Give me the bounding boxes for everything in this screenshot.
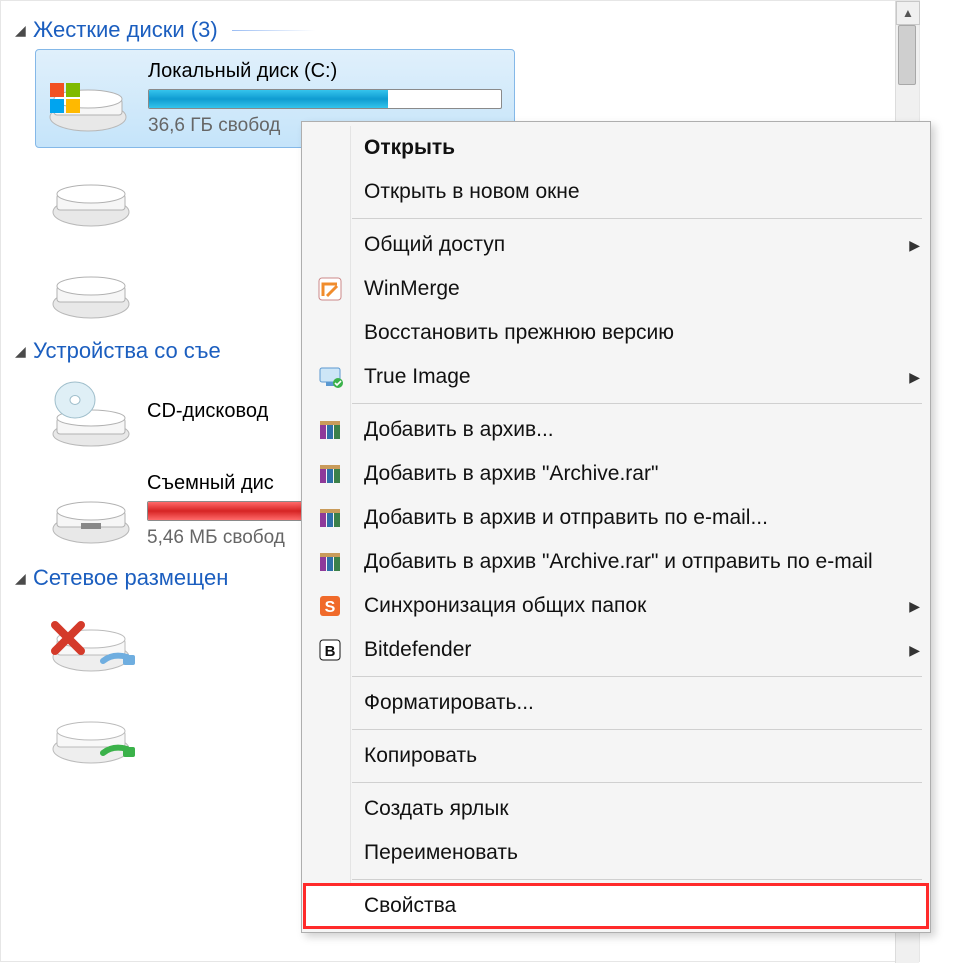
sync-folder-icon: S — [308, 593, 352, 619]
menu-item-copy[interactable]: Копировать — [304, 734, 928, 778]
menu-item-label: Восстановить прежнюю версию — [352, 321, 920, 345]
menu-item-label: Открыть в новом окне — [352, 180, 920, 204]
menu-item-open-new-window[interactable]: Открыть в новом окне — [304, 170, 928, 214]
menu-item-archive-add[interactable]: Добавить в архив... — [304, 408, 928, 452]
group-label: Сетевое размещен — [33, 565, 228, 591]
scrollbar-thumb[interactable] — [898, 25, 916, 85]
svg-text:S: S — [325, 599, 336, 616]
network-drive-disconnected-icon — [47, 607, 135, 675]
submenu-arrow-icon: ▶ — [909, 237, 920, 254]
collapse-triangle-icon[interactable]: ◢ — [15, 570, 27, 587]
scroll-up-arrow-icon[interactable]: ▲ — [896, 1, 920, 25]
explorer-content-pane: ▲ ◢ Жесткие диски (3) Локальный диск (C:… — [0, 0, 920, 962]
svg-text:B: B — [325, 643, 336, 660]
hard-drive-icon — [47, 254, 135, 322]
menu-separator — [352, 403, 922, 404]
submenu-arrow-icon: ▶ — [909, 598, 920, 615]
removable-drive-icon — [47, 477, 135, 545]
menu-item-label: Синхронизация общих папок — [352, 594, 909, 618]
menu-item-label: Добавить в архив "Archive.rar" — [352, 462, 920, 486]
submenu-arrow-icon: ▶ — [909, 369, 920, 386]
menu-separator — [352, 879, 922, 880]
menu-item-label: Форматировать... — [352, 691, 920, 715]
trueimage-icon — [308, 364, 352, 390]
group-header-network[interactable]: ◢ Сетевое размещен — [15, 565, 315, 591]
menu-item-winmerge[interactable]: WinMerge — [304, 267, 928, 311]
drive-item-generic[interactable] — [35, 152, 195, 240]
menu-item-properties[interactable]: Свойства — [304, 884, 928, 928]
menu-item-label: Добавить в архив и отправить по e-mail..… — [352, 506, 920, 530]
menu-item-label: Bitdefender — [352, 638, 909, 662]
drive-name: Локальный диск (C:) — [148, 60, 502, 83]
menu-item-label: WinMerge — [352, 277, 920, 301]
menu-item-format[interactable]: Форматировать... — [304, 681, 928, 725]
menu-separator — [352, 729, 922, 730]
menu-item-rename[interactable]: Переименовать — [304, 831, 928, 875]
menu-separator — [352, 218, 922, 219]
menu-item-archive-email[interactable]: Добавить в архив и отправить по e-mail..… — [304, 496, 928, 540]
group-header-hard-drives[interactable]: ◢ Жесткие диски (3) — [15, 17, 315, 43]
group-header-removable[interactable]: ◢ Устройства со съе — [15, 338, 315, 364]
menu-item-sync-folders[interactable]: S Синхронизация общих папок ▶ — [304, 584, 928, 628]
drive-capacity-bar — [148, 89, 502, 109]
winmerge-icon — [308, 276, 352, 302]
bitdefender-icon: B — [308, 637, 352, 663]
drive-item-network-disconnected[interactable] — [35, 597, 195, 685]
menu-item-label: Свойства — [352, 894, 920, 918]
winrar-icon — [308, 417, 352, 443]
menu-item-label: Переименовать — [352, 841, 920, 865]
submenu-arrow-icon: ▶ — [909, 642, 920, 659]
menu-item-trueimage[interactable]: True Image ▶ — [304, 355, 928, 399]
winrar-icon — [308, 505, 352, 531]
menu-item-share[interactable]: Общий доступ ▶ — [304, 223, 928, 267]
cd-drive-icon — [47, 380, 135, 448]
drive-capacity-fill — [149, 90, 388, 108]
menu-item-label: Общий доступ — [352, 233, 909, 257]
menu-item-label: Создать ярлык — [352, 797, 920, 821]
menu-item-label: True Image — [352, 365, 909, 389]
menu-item-label: Копировать — [352, 744, 920, 768]
group-label: Устройства со съе — [33, 338, 221, 364]
menu-item-restore-version[interactable]: Восстановить прежнюю версию — [304, 311, 928, 355]
menu-item-label: Добавить в архив "Archive.rar" и отправи… — [352, 550, 920, 574]
menu-item-bitdefender[interactable]: B Bitdefender ▶ — [304, 628, 928, 672]
drive-item-generic[interactable] — [35, 244, 195, 332]
menu-item-label: Добавить в архив... — [352, 418, 920, 442]
menu-item-label: Открыть — [352, 136, 920, 160]
menu-item-archive-named-email[interactable]: Добавить в архив "Archive.rar" и отправи… — [304, 540, 928, 584]
winrar-icon — [308, 549, 352, 575]
collapse-triangle-icon[interactable]: ◢ — [15, 22, 27, 39]
menu-item-open[interactable]: Открыть — [304, 126, 928, 170]
hard-drive-icon — [47, 162, 135, 230]
context-menu: Открыть Открыть в новом окне Общий досту… — [301, 121, 931, 933]
menu-separator — [352, 676, 922, 677]
menu-item-archive-named[interactable]: Добавить в архив "Archive.rar" — [304, 452, 928, 496]
group-label: Жесткие диски (3) — [33, 17, 218, 43]
header-divider — [232, 30, 315, 31]
drive-item-network-connected[interactable] — [35, 689, 195, 777]
hard-drive-windows-icon — [48, 65, 136, 133]
collapse-triangle-icon[interactable]: ◢ — [15, 343, 27, 360]
menu-separator — [352, 782, 922, 783]
menu-item-create-shortcut[interactable]: Создать ярлык — [304, 787, 928, 831]
winrar-icon — [308, 461, 352, 487]
network-drive-connected-icon — [47, 699, 135, 767]
